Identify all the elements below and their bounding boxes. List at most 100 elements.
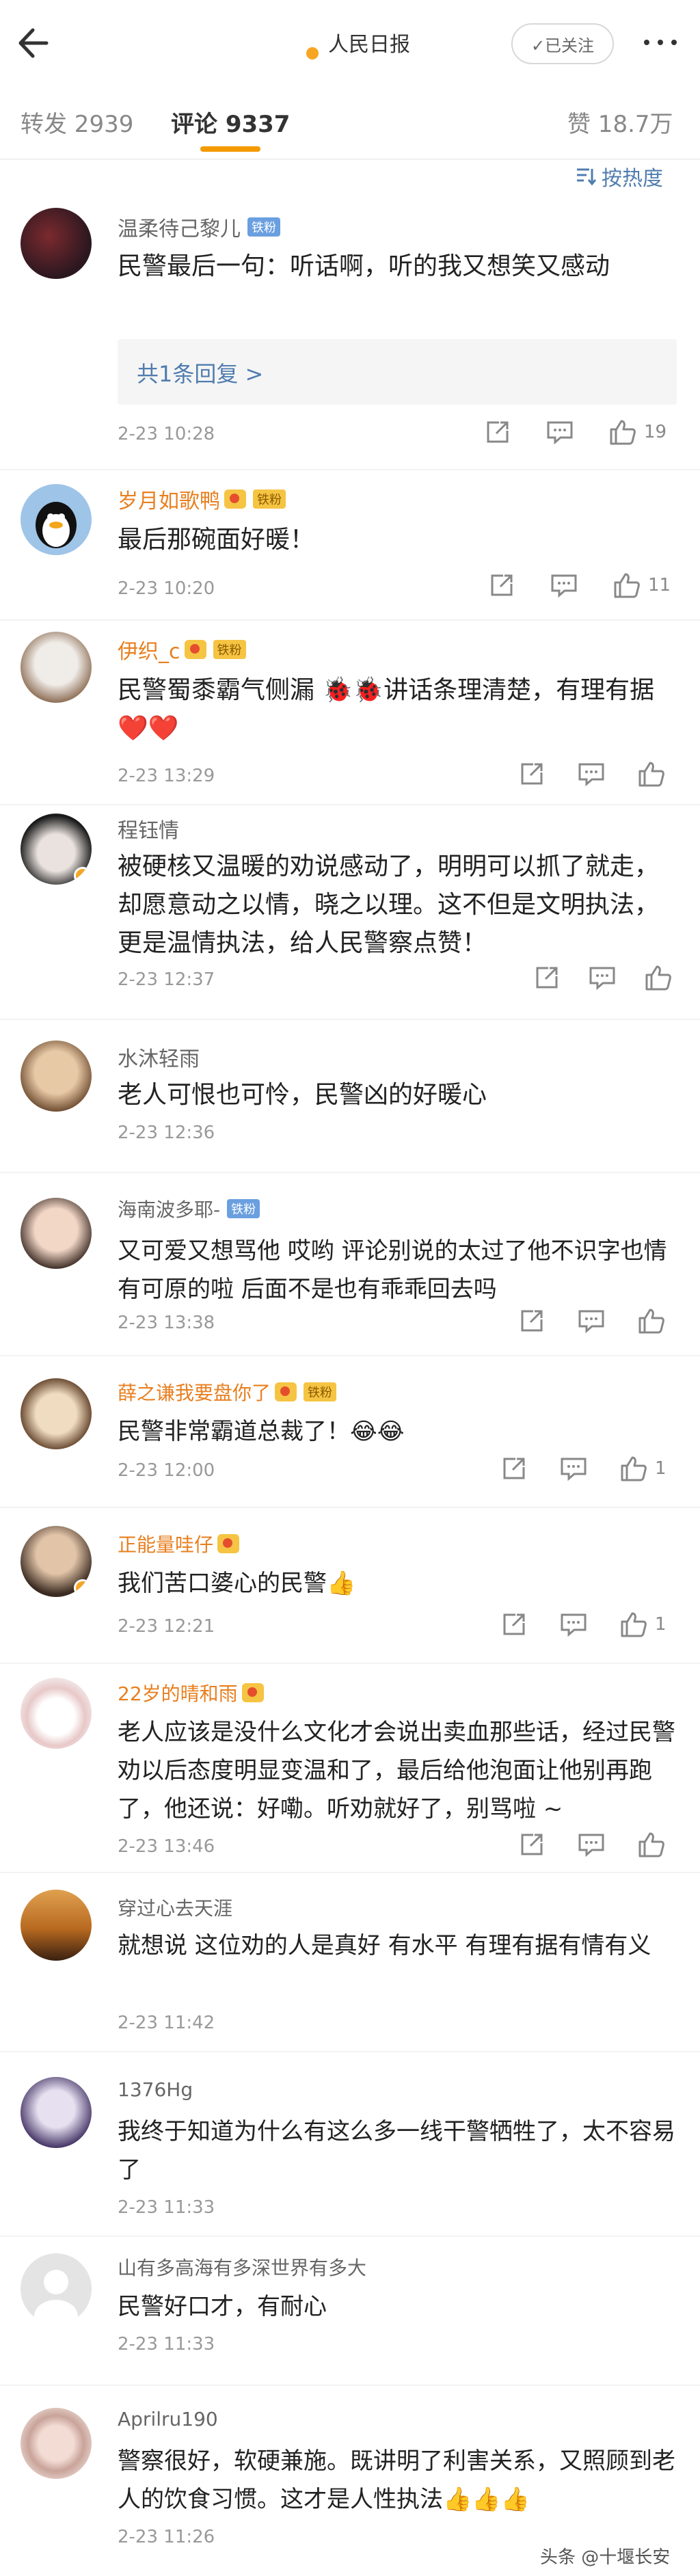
comment-icon[interactable]	[577, 760, 606, 788]
avatar[interactable]	[21, 1378, 92, 1449]
comment-username[interactable]: 岁月如歌鸭 铁粉	[118, 484, 286, 514]
comment-actions: 1	[500, 1611, 667, 1638]
watermark-text: 头条 @十堰长安	[540, 2547, 671, 2568]
fan-badge: 铁粉	[304, 1382, 337, 1401]
comment-username[interactable]: 程钰情	[118, 814, 179, 844]
repost-icon[interactable]	[500, 1611, 528, 1638]
more-icon[interactable]	[644, 30, 689, 55]
comment-text: 我们苦口婆心的民警👍	[118, 1570, 356, 1597]
comment-username[interactable]: 穿过心去天涯	[118, 1894, 232, 1921]
sort-label: 按热度	[602, 167, 663, 191]
like-count: 11	[648, 575, 671, 595]
like-button[interactable]: 1	[619, 1611, 667, 1638]
avatar[interactable]	[21, 208, 92, 279]
like-count: 1	[655, 1458, 667, 1479]
comment-actions	[518, 1307, 673, 1334]
comment-text: 我终于知道为什么有这么多一线干警牺牲了，太不容易了	[118, 2118, 675, 2184]
like-button[interactable]: 1	[619, 1455, 667, 1482]
comment-username[interactable]: 薛之谦我要盘你了 铁粉	[118, 1378, 337, 1406]
divider	[0, 1663, 700, 1664]
avatar[interactable]	[21, 1041, 92, 1112]
comment-icon[interactable]	[559, 1611, 588, 1638]
comment-icon[interactable]	[588, 964, 617, 991]
like-count: 1	[655, 1614, 667, 1635]
like-button[interactable]: 19	[608, 418, 667, 446]
comment-actions	[533, 964, 679, 991]
divider	[0, 2236, 700, 2237]
active-tab-indicator	[200, 146, 260, 152]
comment-username[interactable]: 伊织_c 铁粉	[118, 634, 246, 665]
verified-icon	[74, 867, 92, 885]
divider	[0, 804, 700, 805]
repost-icon[interactable]	[488, 572, 515, 599]
followed-button[interactable]: ✓已关注	[511, 23, 614, 64]
divider	[0, 469, 700, 470]
comment-time: 2-23 13:46	[118, 1836, 215, 1857]
comment-text: 最后那碗面好暖！	[118, 526, 315, 554]
comment-text: 民警非常霸道总裁了！😂😂	[118, 1418, 405, 1445]
reply-box[interactable]: 共1条回复 >	[118, 339, 677, 405]
avatar[interactable]	[21, 484, 92, 555]
account-header[interactable]: 人民日报	[273, 21, 410, 64]
comment-username[interactable]: 海南波多耶- 铁粉	[118, 1195, 260, 1222]
comment-icon[interactable]	[546, 418, 574, 446]
comment-actions: 19	[484, 418, 667, 446]
avatar[interactable]	[21, 814, 92, 885]
avatar[interactable]	[21, 1198, 92, 1269]
back-arrow-icon[interactable]	[12, 19, 60, 67]
comment-text: 民警最后一句：听话啊，听的我又想笑又感动	[118, 252, 610, 280]
comment-time: 2-23 11:42	[118, 2013, 215, 2033]
like-button[interactable]: 11	[612, 572, 671, 599]
repost-icon[interactable]	[533, 964, 561, 991]
avatar[interactable]	[21, 632, 92, 703]
like-button[interactable]	[637, 1307, 673, 1334]
comment-icon[interactable]	[577, 1307, 606, 1334]
comment-username[interactable]: 山有多高海有多深世界有多大	[118, 2253, 366, 2281]
sort-icon	[577, 168, 596, 186]
repost-icon[interactable]	[500, 1455, 528, 1482]
repost-icon[interactable]	[484, 418, 511, 446]
comment-time: 2-23 11:33	[118, 2197, 215, 2218]
tab-like[interactable]: 赞 18.7万	[567, 105, 673, 139]
comment-username[interactable]: 22岁的晴和雨	[118, 1679, 264, 1706]
like-button[interactable]	[637, 1831, 673, 1858]
account-logo	[273, 25, 321, 61]
comment-username[interactable]: 温柔待己黎儿 铁粉	[118, 212, 280, 242]
repost-icon[interactable]	[518, 760, 546, 788]
comment-username[interactable]: 水沐轻雨	[118, 1042, 200, 1072]
view-replies-link[interactable]: 共1条回复 >	[137, 357, 263, 388]
avatar[interactable]	[21, 2408, 92, 2479]
comment-text: 老人可恨也可怜，民警凶的好暖心	[118, 1081, 487, 1109]
comment-username[interactable]: Aprilru190	[118, 2408, 218, 2430]
fan-badge: 铁粉	[247, 217, 280, 237]
comment-icon[interactable]	[550, 572, 578, 599]
heart-badge-icon	[217, 1534, 240, 1553]
comment-text: 又可爱又想骂他 哎哟 评论别说的太过了他不识字也情有可原的啦 后面不是也有乖乖回…	[118, 1237, 667, 1303]
comment-time: 2-23 12:36	[118, 1123, 215, 1143]
like-count: 19	[644, 422, 667, 442]
repost-icon[interactable]	[518, 1831, 546, 1858]
thumbs-up-icon	[610, 420, 636, 445]
like-button[interactable]	[644, 964, 679, 991]
tab-repost[interactable]: 转发 2939	[21, 105, 133, 139]
tab-comment[interactable]: 评论 9337	[171, 105, 290, 139]
avatar[interactable]	[21, 1678, 92, 1749]
comment-text: 老人应该是没什么文化才会说出卖血那些话，经过民警劝以后态度明显变温和了，最后给他…	[118, 1719, 675, 1823]
divider	[0, 1872, 700, 1873]
comment-icon[interactable]	[559, 1455, 588, 1482]
avatar[interactable]	[21, 2077, 92, 2148]
like-button[interactable]	[637, 760, 673, 788]
avatar[interactable]	[21, 1526, 92, 1597]
comment-actions	[518, 760, 673, 788]
comment-time: 2-23 10:20	[118, 578, 215, 599]
comment-icon[interactable]	[577, 1831, 606, 1858]
comment-time: 2-23 11:26	[118, 2527, 215, 2547]
comment-username[interactable]: 正能量哇仔	[118, 1530, 240, 1557]
sort-button[interactable]: 按热度	[574, 160, 663, 193]
avatar[interactable]	[21, 1890, 92, 1961]
repost-icon[interactable]	[518, 1307, 546, 1334]
avatar[interactable]	[21, 2253, 92, 2324]
comment-username[interactable]: 1376Hg	[118, 2078, 193, 2101]
comment-time: 2-23 13:38	[118, 1313, 215, 1333]
comment-time: 2-23 12:37	[118, 969, 215, 990]
